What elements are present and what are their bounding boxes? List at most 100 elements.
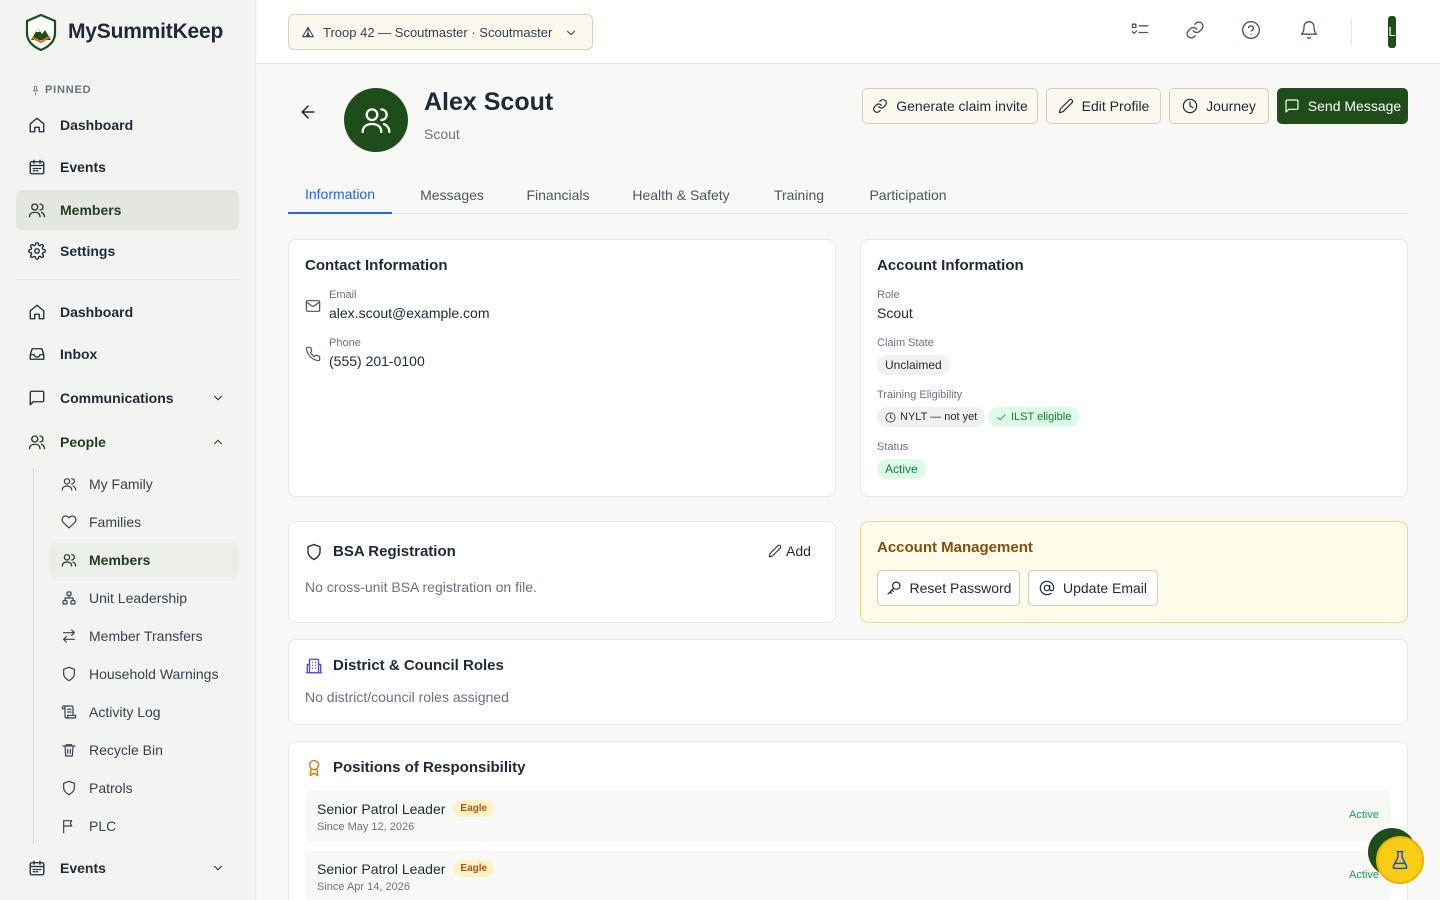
nylt-badge: NYLT — not yet — [877, 407, 986, 427]
clock-icon — [1182, 98, 1198, 114]
nav-communications[interactable]: Communications — [16, 378, 239, 418]
shield-icon — [63, 666, 75, 682]
home-icon — [29, 117, 45, 133]
scroll-icon — [61, 705, 77, 719]
bsa-add-button[interactable]: Add — [768, 543, 811, 559]
phone-icon — [305, 346, 321, 362]
at-sign-icon — [1039, 580, 1055, 596]
sub-activity-log[interactable]: Activity Log — [49, 695, 239, 729]
chevron-up-icon[interactable] — [211, 435, 225, 449]
sidebar-divider — [16, 279, 239, 280]
topbar-divider — [1351, 18, 1352, 46]
gear-icon — [28, 242, 46, 260]
tab-financials[interactable]: Financials — [512, 176, 604, 214]
message-square-icon — [29, 390, 45, 406]
check-icon — [997, 413, 1006, 420]
account-information-title: Account Information — [877, 257, 1024, 274]
bsa-registration-card — [288, 521, 836, 623]
users-icon — [61, 554, 77, 567]
nav-events[interactable]: Events — [16, 848, 239, 888]
pin-icon — [32, 85, 39, 95]
chevron-down-icon — [566, 30, 576, 36]
sub-patrols[interactable]: Patrols — [49, 771, 239, 805]
nav-inbox[interactable]: Inbox — [16, 334, 239, 374]
tab-participation[interactable]: Participation — [855, 176, 961, 214]
shield-icon — [63, 780, 75, 796]
chevron-down-icon[interactable] — [211, 861, 225, 875]
topbar: Troop 42 — Scoutmaster · Scoutmaster L — [257, 0, 1440, 64]
back-button[interactable] — [298, 102, 318, 122]
pinned-settings[interactable]: Settings — [16, 231, 239, 271]
tab-health-safety[interactable]: Health & Safety — [619, 176, 743, 214]
unit-selector[interactable]: Troop 42 — Scoutmaster · Scoutmaster — [288, 14, 593, 50]
update-email-button[interactable]: Update Email — [1028, 570, 1158, 606]
tab-training[interactable]: Training — [760, 176, 838, 214]
test-tube-icon — [1392, 850, 1408, 870]
help-button[interactable] — [1241, 20, 1261, 40]
chevron-down-icon[interactable] — [211, 391, 225, 405]
calendar-icon — [29, 159, 45, 175]
tent-icon — [302, 26, 314, 38]
phone-value[interactable]: (555) 201-0100 — [329, 353, 425, 369]
send-message-button[interactable]: Send Message — [1277, 88, 1408, 124]
position-title: Senior Patrol Leader — [317, 800, 446, 817]
profile-tabs: Information Messages Financials Health &… — [288, 176, 1408, 214]
link-icon — [1186, 21, 1204, 39]
training-eligibility-label: Training Eligibility — [877, 389, 963, 401]
devtools-fab[interactable] — [1376, 836, 1424, 884]
calendar-icon — [29, 860, 45, 876]
arrows-swap-icon — [63, 629, 75, 643]
pinned-members[interactable]: Members — [16, 190, 239, 230]
sub-unit-leadership[interactable]: Unit Leadership — [49, 581, 239, 615]
brand[interactable]: MySummitKeep — [24, 13, 223, 51]
org-chart-icon — [62, 591, 76, 605]
pinned-section-label: PINNED — [30, 84, 91, 96]
sub-my-family[interactable]: My Family — [49, 467, 239, 501]
position-row[interactable]: Senior Patrol Leader Eagle Since Apr 14,… — [305, 851, 1391, 900]
profile-avatar — [344, 88, 408, 152]
sub-household-warnings[interactable]: Household Warnings — [49, 657, 239, 691]
sub-plc[interactable]: PLC — [49, 809, 239, 843]
rank-badge: Eagle — [453, 860, 495, 877]
award-icon — [308, 759, 320, 777]
journey-button[interactable]: Journey — [1169, 88, 1269, 124]
tab-information[interactable]: Information — [288, 176, 392, 214]
district-empty-text: No district/council roles assigned — [305, 689, 509, 705]
district-council-card — [288, 639, 1408, 725]
notifications-button[interactable] — [1299, 20, 1319, 40]
sub-members[interactable]: Members — [49, 543, 239, 577]
link-button[interactable] — [1185, 20, 1205, 40]
pencil-icon — [1058, 98, 1073, 114]
key-icon — [886, 581, 901, 595]
position-row[interactable]: Senior Patrol Leader Eagle Since May 12,… — [305, 791, 1391, 841]
checklist-button[interactable] — [1130, 20, 1150, 40]
mail-icon — [305, 300, 321, 312]
sub-families[interactable]: Families — [49, 505, 239, 539]
reset-password-button[interactable]: Reset Password — [877, 570, 1020, 606]
profile-role: Scout — [424, 126, 460, 142]
checklist-icon — [1131, 23, 1149, 34]
pinned-events[interactable]: Events — [16, 147, 239, 187]
pinned-dashboard[interactable]: Dashboard — [16, 105, 239, 145]
arrow-left-icon — [301, 105, 315, 119]
profile-name: Alex Scout — [424, 88, 554, 116]
users-icon — [361, 108, 391, 134]
account-management-title: Account Management — [877, 539, 1033, 556]
tab-messages[interactable]: Messages — [408, 176, 496, 214]
nav-dashboard[interactable]: Dashboard — [16, 292, 239, 332]
edit-profile-button[interactable]: Edit Profile — [1046, 88, 1161, 124]
nav-people[interactable]: People — [16, 422, 239, 462]
position-status: Active — [1349, 809, 1379, 821]
rank-badge: Eagle — [453, 800, 495, 817]
sub-recycle-bin[interactable]: Recycle Bin — [49, 733, 239, 767]
position-title: Senior Patrol Leader — [317, 860, 446, 877]
phone-label: Phone — [329, 337, 361, 349]
bsa-empty-text: No cross-unit BSA registration on file. — [305, 579, 537, 595]
users-icon — [28, 203, 46, 218]
generate-claim-invite-button[interactable]: Generate claim invite — [862, 88, 1038, 124]
home-icon — [29, 304, 45, 320]
role-value: Scout — [877, 305, 913, 321]
user-avatar[interactable]: L — [1388, 16, 1396, 48]
email-value[interactable]: alex.scout@example.com — [329, 305, 490, 321]
sub-member-transfers[interactable]: Member Transfers — [49, 619, 239, 653]
